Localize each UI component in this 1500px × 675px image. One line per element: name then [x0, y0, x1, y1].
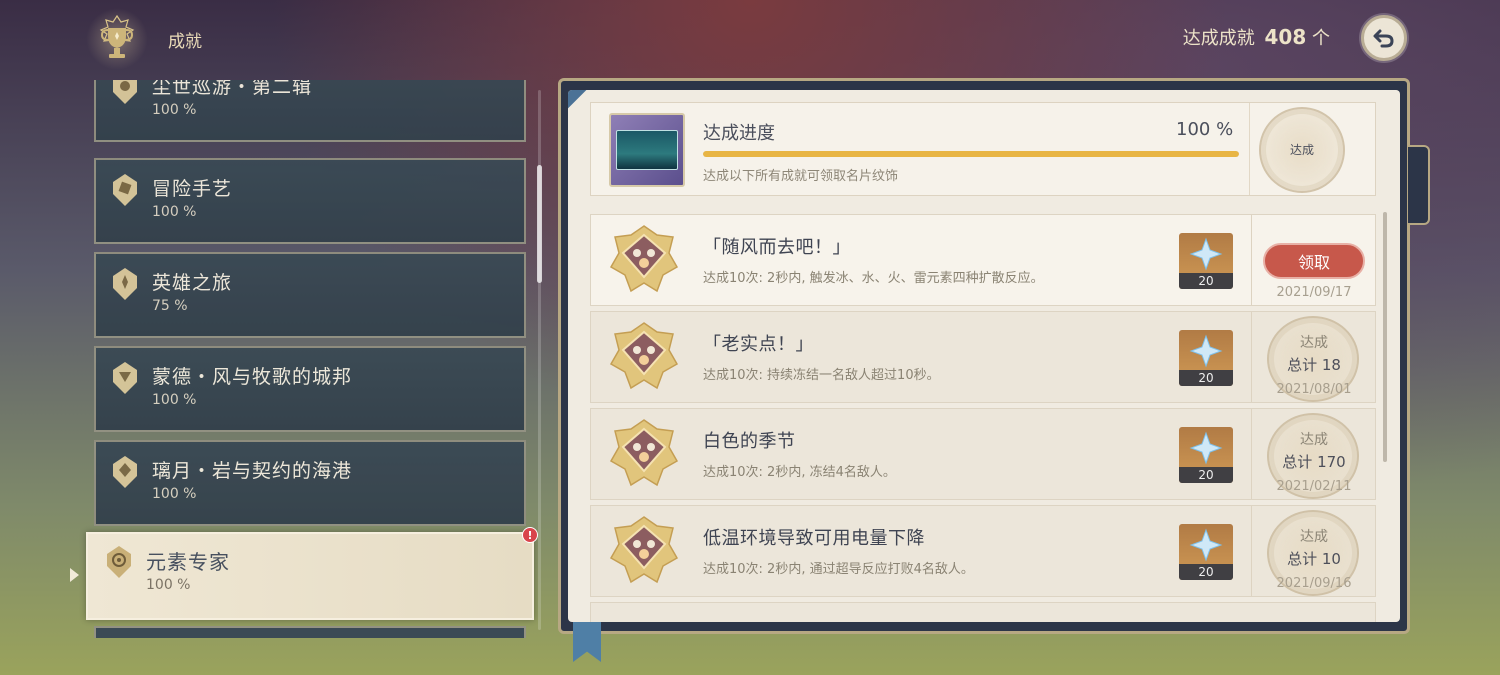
primogem-icon: [1189, 334, 1223, 368]
corner-ribbon: [568, 90, 587, 109]
category-percent: 100 %: [146, 577, 191, 593]
progress-bar: [703, 151, 1239, 157]
achievement-date: 2021/02/11: [1276, 479, 1352, 494]
category-name: 英雄之旅: [152, 272, 233, 294]
achievement-count-label: 达成成就: [1182, 28, 1255, 49]
achievement-row: 低温环境导致可用电量下降 达成10次: 2秒内, 通过超导反应打败4名敌人。 2…: [590, 505, 1376, 597]
category-badge-icon: [113, 456, 137, 488]
achievement-scrollbar-thumb[interactable]: [1383, 212, 1387, 462]
achievement-row: 「老实点！」 达成10次: 持续冻结一名敌人超过10秒。 20 达成 总计 18…: [590, 311, 1376, 403]
achievement-description: 达成10次: 2秒内, 冻结4名敌人。: [703, 465, 896, 480]
element-badge-icon: [107, 546, 131, 578]
back-button[interactable]: [1361, 15, 1407, 61]
claim-button[interactable]: 领取: [1263, 243, 1365, 279]
reward-item[interactable]: 20: [1179, 233, 1233, 289]
category-badge-icon: [113, 174, 137, 206]
category-name: 璃月・岩与契约的海港: [152, 460, 353, 482]
divider: [1249, 103, 1250, 195]
category-item-active[interactable]: 元素专家 100 %: [86, 532, 534, 620]
primogem-icon: [1189, 431, 1223, 465]
reward-item[interactable]: 20: [1179, 330, 1233, 386]
achievement-description: 达成10次: 2秒内, 通过超导反应打败4名敌人。: [703, 562, 974, 577]
category-percent: 75 %: [152, 298, 188, 314]
category-item[interactable]: 璃月・岩与契约的海港 100 %: [94, 440, 526, 526]
namecard-thumbnail: [609, 113, 685, 187]
primogem-icon: [1189, 528, 1223, 562]
book-side-tab: [1408, 145, 1430, 225]
category-scrollbar-thumb[interactable]: [537, 165, 542, 283]
achievement-row: 「随风而去吧！」 达成10次: 2秒内, 触发冰、水、火、雷元素四种扩散反应。 …: [590, 214, 1376, 306]
progress-title: 达成进度: [703, 123, 775, 144]
reward-quantity: 20: [1179, 564, 1233, 580]
achievement-page[interactable]: 达成进度 100 % 达成以下所有成就可领取名片纹饰 达成 「随风而去吧！」 达…: [568, 90, 1400, 622]
category-item-partial[interactable]: [94, 626, 526, 638]
primogem-icon: [1189, 237, 1223, 271]
trophy-emblem-icon: [86, 8, 148, 70]
progress-percent: 100 %: [1176, 119, 1234, 140]
category-badge-icon: [113, 268, 137, 300]
category-percent: 100 %: [152, 392, 197, 408]
progress-description: 达成以下所有成就可领取名片纹饰: [703, 169, 899, 184]
achievement-count-value: 408: [1264, 25, 1307, 49]
achievement-medal-icon: [609, 225, 679, 293]
category-percent: 100 %: [152, 102, 197, 118]
progress-card: 达成进度 100 % 达成以下所有成就可领取名片纹饰 达成: [590, 102, 1376, 196]
achievement-medal-icon: [609, 419, 679, 487]
category-percent: 100 %: [152, 204, 197, 220]
reward-item[interactable]: 20: [1179, 524, 1233, 580]
seal-total: 总计 18: [1287, 356, 1341, 374]
reward-item[interactable]: 20: [1179, 427, 1233, 483]
seal-status: 达成: [1300, 335, 1328, 351]
reward-quantity: 20: [1179, 370, 1233, 386]
achievement-description: 达成10次: 2秒内, 触发冰、水、火、雷元素四种扩散反应。: [703, 271, 1044, 286]
page-title: 成就: [168, 32, 202, 52]
category-percent: 100 %: [152, 486, 197, 502]
achievement-date: 2021/09/17: [1276, 285, 1352, 300]
category-item[interactable]: 冒险手艺 100 %: [94, 158, 526, 244]
achievement-count-unit: 个: [1312, 28, 1330, 49]
category-item[interactable]: 蒙德・风与牧歌的城邦 100 %: [94, 346, 526, 432]
reward-quantity: 20: [1179, 467, 1233, 483]
category-badge-icon: [113, 362, 137, 394]
category-name: 尘世巡游・第二辑: [152, 80, 313, 98]
selection-pointer-icon: [70, 568, 79, 582]
achievement-medal-icon: [609, 516, 679, 584]
achievement-row-partial: [590, 602, 1376, 622]
seal-status: 达成: [1300, 529, 1328, 545]
achievement-description: 达成10次: 持续冻结一名敌人超过10秒。: [703, 368, 940, 383]
category-name: 冒险手艺: [152, 178, 233, 200]
category-item[interactable]: 尘世巡游・第二辑 100 %: [94, 80, 526, 142]
category-name: 蒙德・风与牧歌的城邦: [152, 366, 353, 388]
achievement-medal-icon: [609, 322, 679, 390]
achievement-title: 「老实点！」: [703, 334, 814, 355]
achievement-date: 2021/08/01: [1276, 382, 1352, 397]
seal-total: 总计 10: [1287, 550, 1341, 568]
category-badge-icon: [113, 80, 137, 104]
achievement-count: 达成成就 408 个: [1183, 24, 1330, 50]
achievement-title: 「随风而去吧！」: [703, 237, 851, 258]
back-arrow-icon: [1373, 29, 1394, 48]
seal-label: 达成: [1289, 143, 1314, 157]
category-item[interactable]: 英雄之旅 75 %: [94, 252, 526, 338]
progress-bar-fill: [703, 151, 1239, 157]
alert-badge: !: [522, 527, 538, 543]
achievement-date: 2021/09/16: [1276, 576, 1352, 591]
achievement-row: 白色的季节 达成10次: 2秒内, 冻结4名敌人。 20 达成 总计 170 2…: [590, 408, 1376, 500]
category-name: 元素专家: [146, 550, 230, 574]
seal-status: 达成: [1300, 432, 1328, 448]
reward-quantity: 20: [1179, 273, 1233, 289]
achievement-title: 低温环境导致可用电量下降: [703, 528, 925, 549]
seal-total: 总计 170: [1282, 453, 1346, 471]
achievement-title: 白色的季节: [703, 431, 796, 452]
